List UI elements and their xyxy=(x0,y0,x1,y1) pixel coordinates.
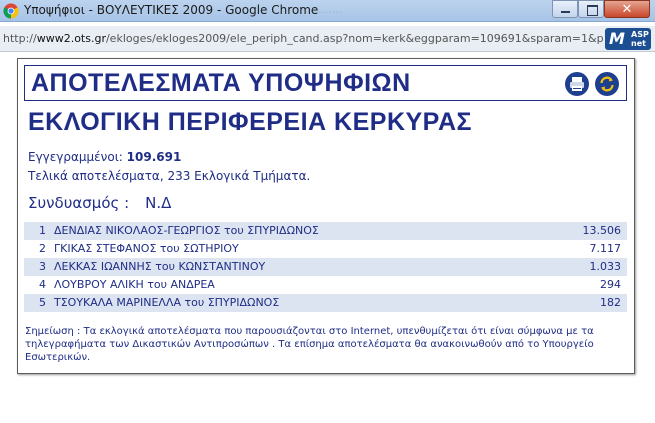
candidate-number: 2 xyxy=(39,242,46,255)
candidate-row: 2 ΓΚΙΚΑΣ ΣΤΕΦΑΝΟΣ του ΣΩΤΗΡΙΟΥ 7.117 xyxy=(24,240,627,258)
coalition-line: Συνδυασμός : Ν.Δ xyxy=(28,194,171,212)
url-path: /ekloges/ekloges2009/ele_periph_cand.asp… xyxy=(105,32,603,45)
minimize-button[interactable] xyxy=(552,0,578,18)
candidate-list: 1 ΔΕΝΔΙΑΣ ΝΙΚΟΛΑΟΣ-ΓΕΩΡΓΙΟΣ του ΣΠΥΡΙΔΩΝ… xyxy=(24,222,627,312)
coalition-party: Ν.Δ xyxy=(145,194,172,212)
chrome-logo-icon xyxy=(3,3,19,19)
close-icon: ✕ xyxy=(621,2,633,17)
candidate-number: 4 xyxy=(39,278,46,291)
printer-icon xyxy=(570,77,584,91)
background-window-title: ....... xyxy=(318,3,343,16)
url-field[interactable]: http://www2.ots.gr/ekloges/ekloges2009/e… xyxy=(3,30,603,48)
address-bar: http://www2.ots.gr/ekloges/ekloges2009/e… xyxy=(0,26,655,52)
candidate-name: ΛΕΚΚΑΣ ΙΩΑΝΝΗΣ του ΚΩΝΣΤΑΝΤΙΝΟΥ xyxy=(54,260,266,273)
url-prefix: http:// xyxy=(3,32,37,45)
refresh-icon xyxy=(600,76,614,92)
refresh-button[interactable] xyxy=(595,72,619,96)
candidate-votes: 13.506 xyxy=(582,224,622,237)
candidate-votes: 182 xyxy=(600,296,621,309)
results-panel: ΑΠΟΤΕΛΕΣΜΑΤΑ ΥΠΟΨΗΦΙΩΝ ΕΚΛΟΓΙΚΗ ΠΕΡΙΦΕΡΕ… xyxy=(17,58,635,374)
site-badge-text: ASP net xyxy=(631,30,649,48)
candidate-number: 3 xyxy=(39,260,46,273)
window-title: Υποψήφιοι - ΒΟΥΛΕΥΤΙΚΕΣ 2009 - Google Ch… xyxy=(24,3,319,17)
close-button[interactable]: ✕ xyxy=(604,0,650,18)
candidate-row: 1 ΔΕΝΔΙΑΣ ΝΙΚΟΛΑΟΣ-ΓΕΩΡΓΙΟΣ του ΣΠΥΡΙΔΩΝ… xyxy=(24,222,627,240)
window-titlebar: Υποψήφιοι - ΒΟΥΛΕΥΤΙΚΕΣ 2009 - Google Ch… xyxy=(0,0,655,22)
site-badge-icon: M ASP net xyxy=(605,28,651,50)
registered-label: Εγγεγραμμένοι: xyxy=(28,150,123,164)
site-badge-letter: M xyxy=(609,29,625,48)
coalition-label: Συνδυασμός : xyxy=(28,194,130,212)
candidate-row: 4 ΛΟΥΒΡΟΥ ΑΛΙΚΗ του ΑΝΔΡΕΑ 294 xyxy=(24,276,627,294)
registered-voters: Εγγεγραμμένοι: 109.691 xyxy=(28,150,181,164)
results-header: ΑΠΟΤΕΛΕΣΜΑΤΑ ΥΠΟΨΗΦΙΩΝ xyxy=(24,65,627,101)
disclaimer-note: Σημείωση : Τα εκλογικά αποτελέσματα που … xyxy=(25,326,594,363)
candidate-row: 3 ΛΕΚΚΑΣ ΙΩΑΝΝΗΣ του ΚΩΝΣΤΑΝΤΙΝΟΥ 1.033 xyxy=(24,258,627,276)
registered-value: 109.691 xyxy=(126,150,182,164)
page-title: ΑΠΟΤΕΛΕΣΜΑΤΑ ΥΠΟΨΗΦΙΩΝ xyxy=(31,69,411,97)
candidate-votes: 1.033 xyxy=(589,260,622,273)
candidate-name: ΔΕΝΔΙΑΣ ΝΙΚΟΛΑΟΣ-ΓΕΩΡΓΙΟΣ του ΣΠΥΡΙΔΩΝΟΣ xyxy=(54,224,319,237)
candidate-name: ΛΟΥΒΡΟΥ ΑΛΙΚΗ του ΑΝΔΡΕΑ xyxy=(54,278,215,291)
candidate-name: ΓΚΙΚΑΣ ΣΤΕΦΑΝΟΣ του ΣΩΤΗΡΙΟΥ xyxy=(54,242,239,255)
url-domain: www2.ots.gr xyxy=(36,32,106,45)
candidate-number: 1 xyxy=(39,224,46,237)
maximize-button[interactable] xyxy=(578,0,604,18)
candidate-votes: 7.117 xyxy=(589,242,622,255)
candidate-name: ΤΣΟΥΚΑΛΑ ΜΑΡΙΝΕΛΛΑ του ΣΠΥΡΙΔΩΝΟΣ xyxy=(54,296,280,309)
print-button[interactable] xyxy=(565,72,589,96)
candidate-votes: 294 xyxy=(600,278,621,291)
district-title: ΕΚΛΟΓΙΚΗ ΠΕΡΙΦΕΡΕΙΑ ΚΕΡΚΥΡΑΣ xyxy=(28,108,473,136)
final-results-text: Τελικά αποτελέσματα, 233 Εκλογικά Τμήματ… xyxy=(28,169,311,183)
candidate-row: 5 ΤΣΟΥΚΑΛΑ ΜΑΡΙΝΕΛΛΑ του ΣΠΥΡΙΔΩΝΟΣ 182 xyxy=(24,294,627,312)
candidate-number: 5 xyxy=(39,296,46,309)
